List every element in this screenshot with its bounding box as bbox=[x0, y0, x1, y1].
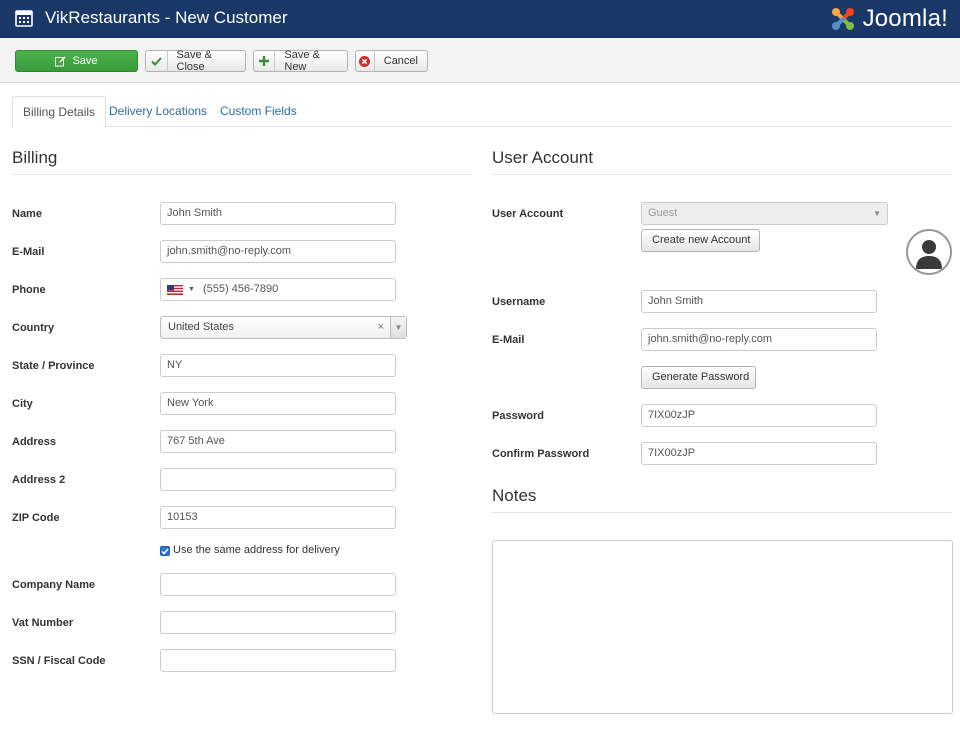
save-new-button[interactable]: Save & New bbox=[253, 49, 348, 73]
notes-section-title: Notes bbox=[492, 486, 952, 513]
tab-billing-details[interactable]: Billing Details bbox=[12, 96, 107, 128]
ssn-label: SSN / Fiscal Code bbox=[12, 655, 106, 667]
joomla-logo-icon bbox=[831, 8, 854, 30]
cancel-button[interactable]: Cancel bbox=[355, 50, 428, 72]
password-label: Password bbox=[492, 410, 544, 422]
confirm-password-label: Confirm Password bbox=[492, 448, 590, 460]
name-input[interactable]: John Smith bbox=[160, 202, 396, 225]
address2-input[interactable] bbox=[160, 468, 396, 491]
billing-section-title: Billing bbox=[12, 148, 472, 175]
dropdown-arrow-icon: ▼ bbox=[873, 209, 881, 218]
phone-label: Phone bbox=[12, 284, 46, 296]
generate-password-button[interactable]: Generate Password bbox=[641, 366, 756, 389]
state-input[interactable]: NY bbox=[160, 354, 396, 377]
company-input[interactable] bbox=[160, 573, 396, 596]
check-icon bbox=[161, 548, 169, 555]
tab-bar: Billing Details Delivery Locations Custo… bbox=[12, 96, 952, 128]
save-label: Save bbox=[72, 55, 98, 67]
cancel-icon bbox=[356, 51, 375, 71]
user-account-select[interactable]: Guest ▼ bbox=[641, 202, 888, 225]
plus-icon bbox=[254, 51, 276, 71]
chevron-down-icon: ▼ bbox=[188, 286, 195, 293]
account-email-input[interactable]: john.smith@no-reply.com bbox=[641, 328, 877, 351]
toolbar: Save Save & Close Save & New Cancel bbox=[0, 39, 960, 83]
city-label: City bbox=[12, 398, 33, 410]
brand-wordmark: Joomla! bbox=[862, 5, 948, 32]
email-input[interactable]: john.smith@no-reply.com bbox=[160, 240, 396, 263]
us-flag-icon bbox=[167, 285, 183, 295]
account-email-label: E-Mail bbox=[492, 334, 525, 346]
country-label: Country bbox=[12, 322, 55, 334]
tab-delivery-locations[interactable]: Delivery Locations bbox=[99, 96, 217, 127]
header-bar: VikRestaurants - New Customer Joomla! bbox=[0, 0, 960, 38]
save-new-label: Save & New bbox=[284, 49, 320, 73]
username-label: Username bbox=[492, 296, 546, 308]
vat-input[interactable] bbox=[160, 611, 396, 634]
edit-icon bbox=[55, 51, 66, 71]
city-input[interactable]: New York bbox=[160, 392, 396, 415]
user-silhouette-icon bbox=[916, 240, 942, 269]
country-select[interactable]: United States × ▼ bbox=[160, 316, 407, 339]
address-label: Address bbox=[12, 436, 57, 448]
ssn-input[interactable] bbox=[160, 649, 396, 672]
create-account-button[interactable]: Create new Account bbox=[641, 229, 760, 252]
confirm-password-input[interactable]: 7IX00zJP bbox=[641, 442, 877, 465]
same-delivery-checkbox[interactable] bbox=[160, 546, 170, 556]
check-icon bbox=[146, 51, 168, 71]
state-label: State / Province bbox=[12, 360, 95, 372]
user-account-label: User Account bbox=[492, 208, 564, 220]
joomla-logo: Joomla! bbox=[827, 3, 948, 35]
avatar bbox=[906, 229, 952, 275]
name-label: Name bbox=[12, 208, 42, 220]
same-delivery-label[interactable]: Use the same address for delivery bbox=[173, 544, 340, 556]
phone-value: (555) 456-7890 bbox=[203, 283, 279, 295]
save-button[interactable]: Save bbox=[15, 50, 138, 72]
country-value: United States bbox=[168, 321, 235, 333]
cancel-label: Cancel bbox=[383, 55, 418, 67]
save-close-button[interactable]: Save & Close bbox=[145, 49, 246, 73]
save-close-label: Save & Close bbox=[176, 49, 212, 73]
password-input[interactable]: 7IX00zJP bbox=[641, 404, 877, 427]
user-account-section-title: User Account bbox=[492, 148, 952, 175]
dropdown-arrow-icon[interactable]: ▼ bbox=[390, 317, 406, 338]
zip-label: ZIP Code bbox=[12, 512, 60, 524]
username-input[interactable]: John Smith bbox=[641, 290, 877, 313]
address2-label: Address 2 bbox=[12, 474, 66, 486]
phone-input[interactable]: ▼ (555) 456-7890 bbox=[160, 278, 396, 301]
page-title: VikRestaurants - New Customer bbox=[45, 8, 288, 27]
notes-textarea[interactable] bbox=[492, 540, 953, 714]
user-account-value: Guest bbox=[648, 207, 678, 219]
tab-custom-fields[interactable]: Custom Fields bbox=[210, 96, 307, 127]
company-label: Company Name bbox=[12, 579, 96, 591]
calendar-icon bbox=[15, 10, 33, 27]
vat-label: Vat Number bbox=[12, 617, 74, 629]
address-input[interactable]: 767 5th Ave bbox=[160, 430, 396, 453]
clear-icon[interactable]: × bbox=[378, 317, 384, 338]
zip-input[interactable]: 10153 bbox=[160, 506, 396, 529]
email-label: E-Mail bbox=[12, 246, 45, 258]
